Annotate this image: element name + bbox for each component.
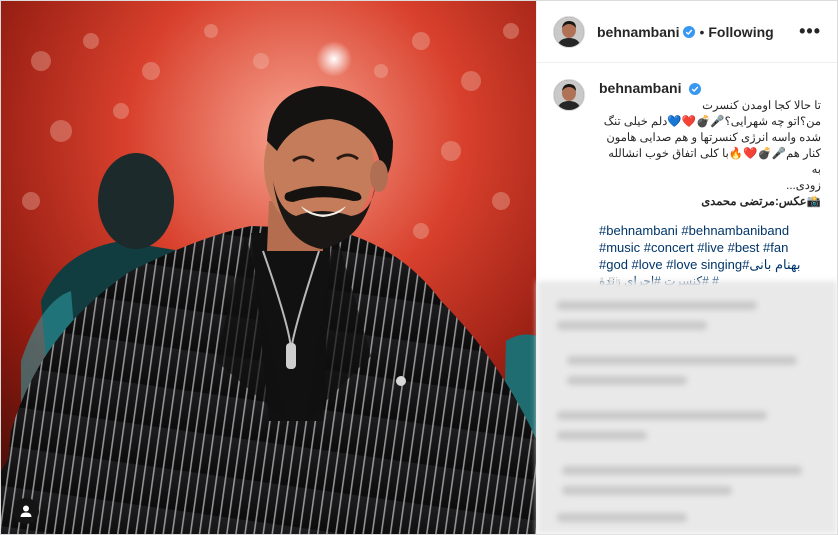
concert-photo [1, 1, 536, 534]
caption-line: تا حالا کجا اومدن کنسرت [702, 100, 821, 112]
hashtags: #behnambani #behnambaniband #music #conc… [599, 222, 821, 289]
post-side-panel: behnambani • Following ••• behnambani تا… [536, 1, 837, 534]
hashtag-line[interactable]: #music #concert #live #best #fan [599, 239, 821, 256]
user-icon [20, 505, 32, 517]
caption-block: behnambani تا حالا کجا اومدن کنسرت من؟ات… [537, 63, 837, 289]
verified-badge-icon [683, 25, 696, 38]
caption-avatar[interactable] [553, 79, 585, 111]
caption-line: زودی... [786, 180, 821, 192]
caption-text: behnambani تا حالا کجا اومدن کنسرت من؟ات… [599, 79, 821, 289]
photo-credit: 📸عکس:مرتضی محمدی [701, 196, 821, 208]
hashtag-line[interactable]: #behnambani #behnambaniband [599, 222, 821, 239]
caption-username-link[interactable]: behnambani [599, 80, 681, 96]
hashtag-line[interactable]: #god #love #love singing#بهنام بانی [599, 256, 821, 273]
post-photo[interactable] [1, 1, 536, 534]
caption-line: شده واسه انرژی کنسرتها و هم صدایی هامون [606, 132, 821, 144]
caption-line: من؟اتو چه شهرایی؟🎤💣❤️💙دلم خیلی تنگ [603, 116, 821, 128]
following-button[interactable]: Following [708, 24, 773, 40]
avatar[interactable] [553, 15, 585, 48]
more-options-icon[interactable]: ••• [799, 21, 821, 42]
post-header: behnambani • Following ••• [537, 1, 837, 63]
separator-dot: • [699, 23, 705, 40]
tagged-people-button[interactable] [13, 498, 39, 524]
verified-badge-icon [689, 83, 702, 95]
blurred-comments-area [537, 281, 837, 534]
caption-line: کنار هم🎤💣❤️🔥با کلی اتفاق خوب انشالله به [608, 148, 821, 176]
post-container: behnambani • Following ••• behnambani تا… [0, 0, 838, 535]
username-link[interactable]: behnambani [597, 24, 679, 40]
